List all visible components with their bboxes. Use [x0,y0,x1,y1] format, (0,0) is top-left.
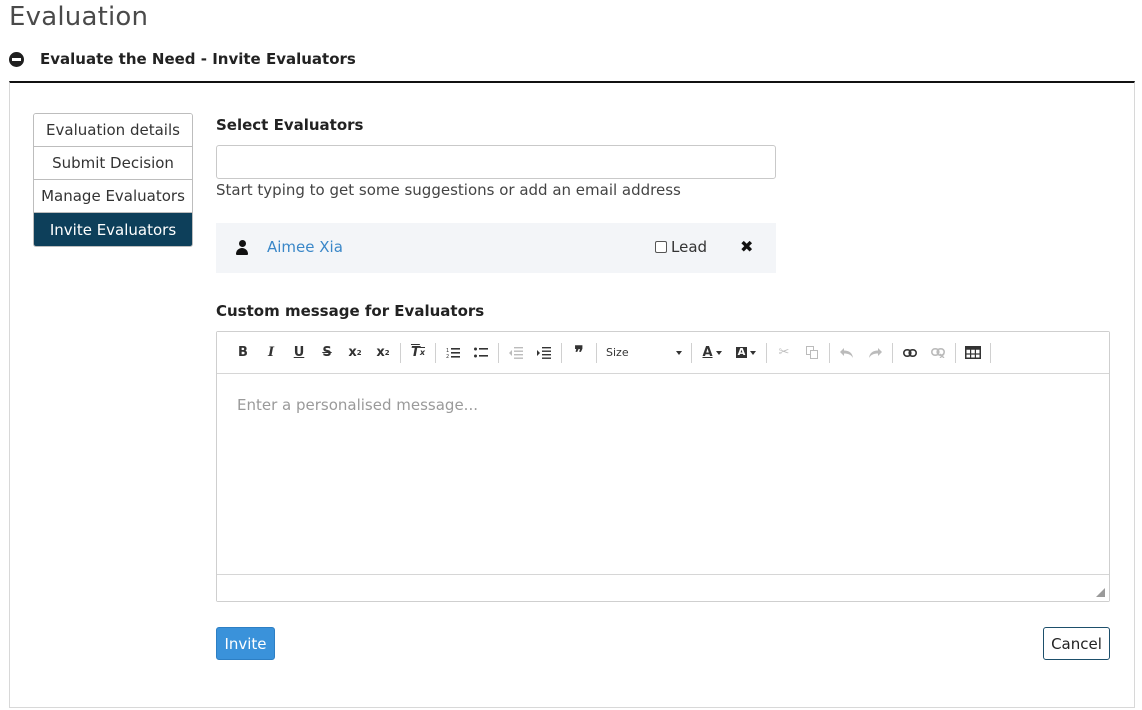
nav-item-submit-decision[interactable]: Submit Decision [34,147,192,180]
undo-icon[interactable] [833,341,861,365]
font-size-select[interactable]: Size [600,341,688,365]
message-placeholder: Enter a personalised message... [237,396,478,414]
link-icon[interactable] [896,341,924,365]
nav-item-evaluation-details[interactable]: Evaluation details [34,114,192,147]
remove-evaluator-icon[interactable]: ✖ [740,237,753,256]
section-title: Evaluate the Need - Invite Evaluators [40,50,356,68]
evaluator-search-help: Start typing to get some suggestions or … [216,181,681,199]
bulleted-list-icon[interactable] [467,341,495,365]
resize-handle-icon[interactable] [1096,588,1105,597]
underline-icon[interactable]: U [285,341,313,365]
invite-button[interactable]: Invite [216,627,275,660]
user-icon [236,240,248,255]
blockquote-icon[interactable]: ❞ [565,341,593,365]
page-title: Evaluation [9,2,149,32]
nav-item-manage-evaluators[interactable]: Manage Evaluators [34,180,192,213]
editor-toolbar: B I U S x2 x2 Tx 12 ❞ Size A A ✂ [217,332,1109,374]
strikethrough-icon[interactable]: S [313,341,341,365]
editor-footer [217,574,1109,601]
select-evaluators-label: Select Evaluators [216,116,364,134]
invite-panel: Evaluation details Submit Decision Manag… [9,81,1135,708]
text-color-icon[interactable]: A [695,341,729,365]
section-header: Evaluate the Need - Invite Evaluators [9,48,356,70]
font-size-label: Size [606,346,629,359]
chevron-down-icon [676,350,682,355]
cut-icon[interactable]: ✂ [770,341,798,365]
evaluator-name[interactable]: Aimee Xia [267,238,343,256]
copy-icon[interactable] [798,341,826,365]
table-icon[interactable] [959,341,987,365]
italic-icon[interactable]: I [257,341,285,365]
collapse-icon[interactable] [9,51,24,67]
background-color-icon[interactable]: A [729,341,763,365]
evaluator-search-input[interactable] [216,145,776,179]
svg-text:2: 2 [446,354,449,359]
indent-icon[interactable] [530,341,558,365]
numbered-list-icon[interactable]: 12 [439,341,467,365]
lead-checkbox[interactable] [655,241,667,253]
cancel-button[interactable]: Cancel [1043,627,1110,660]
message-editor: B I U S x2 x2 Tx 12 ❞ Size A A ✂ Enter a… [216,331,1110,602]
remove-format-icon[interactable]: Tx [404,341,432,365]
superscript-icon[interactable]: x2 [369,341,397,365]
side-nav: Evaluation details Submit Decision Manag… [33,113,193,247]
subscript-icon[interactable]: x2 [341,341,369,365]
evaluator-row: Aimee Xia Lead ✖ [216,223,776,273]
nav-item-invite-evaluators[interactable]: Invite Evaluators [34,213,192,246]
unlink-icon[interactable] [924,341,952,365]
lead-label: Lead [671,238,708,256]
message-textarea[interactable]: Enter a personalised message... [217,374,1109,574]
redo-icon[interactable] [861,341,889,365]
bold-icon[interactable]: B [229,341,257,365]
outdent-icon[interactable] [502,341,530,365]
custom-message-label: Custom message for Evaluators [216,302,485,320]
